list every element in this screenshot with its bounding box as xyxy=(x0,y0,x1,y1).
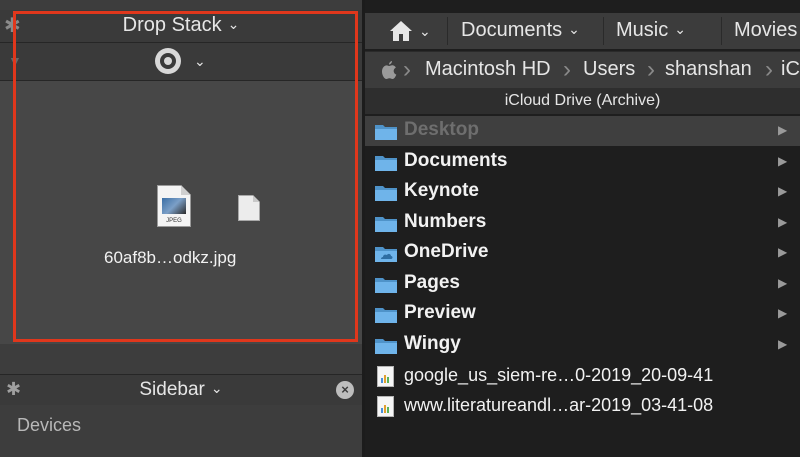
chevron-down-icon: ⌄ xyxy=(210,380,223,396)
folder-label: OneDrive xyxy=(404,241,489,262)
sidebar-body: Devices xyxy=(0,405,362,457)
chevron-down-icon: ⌄ xyxy=(568,21,580,37)
drop-stack-title-menu[interactable]: Drop Stack ⌄ xyxy=(0,14,362,37)
left-panel: ✱ Drop Stack ⌄ ▼ ⌄ JPEG 60af8b…odkz.jpg ✱… xyxy=(0,0,362,457)
folder-label: Numbers xyxy=(404,211,487,232)
path-bar: › Macintosh HD › Users › shanshan › iC xyxy=(365,51,800,89)
folder-icon xyxy=(375,278,397,293)
path-item-shanshan[interactable]: shanshan xyxy=(665,58,752,81)
home-icon[interactable] xyxy=(389,20,413,42)
list-item-numbers[interactable]: Numbers ▶ xyxy=(365,208,800,238)
chevron-down-icon: ⌄ xyxy=(227,16,240,32)
list-item-documents[interactable]: Documents ▶ xyxy=(365,147,800,177)
folder-label: Desktop xyxy=(404,119,479,140)
disclosure-arrow-icon: ▶ xyxy=(778,276,788,290)
triangle-icon[interactable]: ▼ xyxy=(8,53,22,69)
folder-icon xyxy=(375,308,397,323)
folder-icon xyxy=(375,339,397,354)
path-item-icloud[interactable]: iC xyxy=(781,58,800,81)
disclosure-arrow-icon: ▶ xyxy=(778,215,788,229)
favorite-label: Documents xyxy=(461,19,563,41)
folder-label: Wingy xyxy=(404,333,461,354)
file-label: www.literatureandl…ar-2019_03-41-08 xyxy=(404,395,714,415)
list-item-desktop[interactable]: Desktop ▶ xyxy=(365,116,800,146)
favorites-bar: ⌄ Documents ⌄ Music ⌄ Movies⌄ xyxy=(365,13,800,49)
path-item-users[interactable]: Users xyxy=(583,58,635,81)
list-item-wingy[interactable]: Wingy ▶ xyxy=(365,330,800,360)
disclosure-arrow-icon: ▶ xyxy=(778,337,788,351)
favorite-item-movies[interactable]: Movies⌄ xyxy=(734,19,800,42)
sidebar-title: Sidebar xyxy=(139,379,205,400)
jpeg-file-label: JPEG xyxy=(166,218,182,224)
drop-stack-header: ✱ Drop Stack ⌄ xyxy=(0,10,362,43)
folder-icon xyxy=(375,217,397,232)
folder-label: Documents xyxy=(404,150,508,171)
disclosure-arrow-icon: ▶ xyxy=(778,184,788,198)
favorite-item-documents[interactable]: Documents ⌄ xyxy=(461,19,580,42)
file-label: google_us_siem-re…0-2019_20-09-41 xyxy=(404,365,714,385)
drop-stack-file-name: 60af8b…odkz.jpg xyxy=(104,248,237,267)
drop-stack-area[interactable]: JPEG 60af8b…odkz.jpg xyxy=(0,81,362,344)
favorite-label: Music xyxy=(616,19,669,41)
disclosure-arrow-icon: ▶ xyxy=(778,123,788,137)
apple-icon[interactable] xyxy=(381,61,397,79)
sidebar-title-menu[interactable]: Sidebar ⌄ xyxy=(0,379,362,401)
close-icon[interactable]: × xyxy=(336,381,354,399)
favorite-label: Movies xyxy=(734,19,798,41)
favorite-item-music[interactable]: Music ⌄ xyxy=(616,19,686,42)
chevron-down-icon[interactable]: ⌄ xyxy=(419,23,431,40)
folder-icon xyxy=(375,156,397,171)
disclosure-arrow-icon: ▶ xyxy=(778,245,788,259)
list-item-onedrive[interactable]: OneDrive ▶ xyxy=(365,238,800,268)
folder-label: Preview xyxy=(404,302,476,323)
sidebar-section-devices: Devices xyxy=(17,415,82,435)
jpeg-file-icon[interactable]: JPEG xyxy=(157,185,191,227)
folder-label: Keynote xyxy=(404,180,479,201)
list-item-file[interactable]: google_us_siem-re…0-2019_20-09-41 xyxy=(365,361,800,391)
list-header: iCloud Drive (Archive) xyxy=(365,88,800,114)
disclosure-arrow-icon: ▶ xyxy=(778,154,788,168)
list-item-preview[interactable]: Preview ▶ xyxy=(365,299,800,329)
list-item-pages[interactable]: Pages ▶ xyxy=(365,269,800,299)
cloud-folder-icon xyxy=(375,247,397,262)
document-file-icon[interactable] xyxy=(238,195,260,221)
list-item-keynote[interactable]: Keynote ▶ xyxy=(365,177,800,207)
disclosure-arrow-icon: ▶ xyxy=(778,306,788,320)
chevron-down-icon[interactable]: ⌄ xyxy=(194,53,206,70)
drop-stack-toolbar: ▼ ⌄ xyxy=(0,43,362,81)
drop-stack-title: Drop Stack xyxy=(122,14,222,36)
browser-panel: ⌄ Documents ⌄ Music ⌄ Movies⌄ › Macintosh … xyxy=(365,0,800,457)
target-icon[interactable] xyxy=(155,48,181,74)
chart-document-icon xyxy=(377,396,394,417)
folder-label: Pages xyxy=(404,272,460,293)
chart-document-icon xyxy=(377,366,394,387)
folder-icon xyxy=(375,186,397,201)
sidebar-header: ✱ Sidebar ⌄ × xyxy=(0,374,362,406)
folder-icon xyxy=(375,125,397,140)
path-item-macintosh-hd[interactable]: Macintosh HD xyxy=(425,58,551,81)
chevron-down-icon: ⌄ xyxy=(674,21,686,37)
list-item-file[interactable]: www.literatureandl…ar-2019_03-41-08 xyxy=(365,391,800,421)
